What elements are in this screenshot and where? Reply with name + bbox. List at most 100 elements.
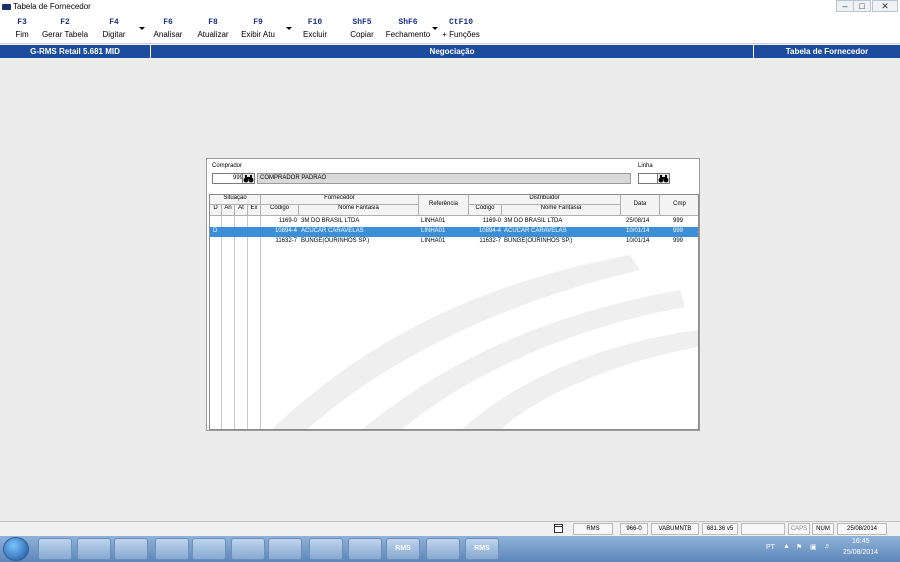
cell-forn-codigo: 1169-0	[278, 218, 297, 224]
window-title-bar: Tabela de Fornecedor – □ ✕	[0, 0, 900, 14]
linha-search-button[interactable]	[657, 173, 670, 184]
comprador-code-field[interactable]: 999	[212, 173, 246, 184]
cell-dist-nome: 3M DO BRASIL LTDA	[504, 218, 563, 224]
cell-forn-codigo: 10894-4	[274, 228, 297, 234]
toolbar-label: Exibir Atu	[241, 30, 275, 39]
word-icon[interactable]	[268, 538, 302, 560]
status-rms: RMS	[573, 523, 613, 535]
comprador-label: Comprador	[212, 163, 243, 169]
supplier-table-panel: Comprador 999 COMPRADOR PADRAO Linha Sit…	[206, 158, 700, 431]
toolbar-label: Digitar	[102, 30, 126, 39]
status-bar: RMS 966-0 VABUMNTB 681.36 v5 CAPS NUM 25…	[0, 521, 900, 536]
cell-forn-nome: BUNGE(OURINHOS SP.)	[301, 238, 370, 244]
cell-dist-nome: BUNGE(OURINHOS SP.)	[504, 238, 573, 244]
cell-referencia: LINHA01	[421, 218, 446, 224]
plus-app-icon[interactable]	[309, 538, 343, 560]
toolbar-key: ShF6	[398, 18, 418, 27]
toolbar-button-f9[interactable]: F9 Exibir Atu	[228, 18, 288, 39]
binoculars-icon	[243, 175, 254, 183]
toolbar-label: Fechamento	[385, 30, 431, 39]
language-indicator[interactable]: PT	[766, 544, 775, 551]
status-caps: CAPS	[788, 523, 810, 535]
minimize-button[interactable]: –	[836, 0, 854, 12]
volume-icon[interactable]: ♬	[824, 543, 831, 550]
toolbar-key: F9	[253, 18, 263, 27]
clock-date[interactable]: 25/08/2014	[843, 549, 878, 556]
cell-cmp: 999	[673, 228, 684, 234]
cell-forn-codigo: 11632-7	[275, 238, 297, 244]
explorer-folder-icon[interactable]	[77, 538, 111, 560]
status-version: 681.36 v5	[702, 523, 738, 535]
pdf-icon[interactable]	[426, 538, 460, 560]
taskbar: RMS RMS PT ▲ ⚑ ▣ ♬ 16:45 25/08/2014	[0, 536, 900, 562]
link-icon[interactable]	[231, 538, 265, 560]
cell-d: D	[213, 228, 218, 234]
outlook-icon[interactable]	[155, 538, 189, 560]
header-dist-nome: Nome Fantasia	[502, 205, 621, 216]
status-num: NUM	[812, 523, 834, 535]
screen-title: Tabela de Fornecedor	[785, 47, 869, 56]
toolbar-key: CtF10	[448, 18, 473, 27]
toolbar-label: + Funções	[442, 30, 480, 39]
rms-icon[interactable]: RMS	[386, 538, 420, 560]
header-situacao: Situação	[210, 195, 261, 205]
internet-explorer-icon[interactable]	[38, 538, 72, 560]
cell-referencia: LINHA01	[421, 228, 446, 234]
header-fornecedor: Fornecedor	[261, 195, 419, 205]
cell-dist-codigo: 1169-0	[482, 218, 501, 224]
cell-data: 25/08/14	[626, 218, 650, 224]
header-ex: Ex	[248, 205, 261, 216]
cell-cmp: 999	[673, 238, 684, 244]
start-button[interactable]	[3, 537, 29, 561]
app-icon	[2, 4, 11, 10]
header-referencia: Referência	[419, 195, 469, 216]
header-an: An	[222, 205, 235, 216]
toolbar-button-ctf10[interactable]: CtF10 + Funções	[431, 18, 491, 39]
header-at: At	[235, 205, 248, 216]
window-title: Tabela de Fornecedor	[13, 2, 91, 11]
maximize-button[interactable]: □	[853, 0, 871, 12]
comprador-search-button[interactable]	[242, 173, 255, 184]
document-icon	[551, 523, 566, 535]
cell-referencia: LINHA01	[421, 238, 446, 244]
table-row[interactable]: 11632-7 BUNGE(OURINHOS SP.) LINHA01 11632-7…	[210, 237, 698, 247]
header-d: D	[210, 205, 222, 216]
cell-data: 10/01/14	[626, 228, 650, 234]
remote-desktop-icon[interactable]	[348, 538, 382, 560]
close-button[interactable]: ✕	[872, 0, 898, 12]
cell-data: 10/01/14	[626, 238, 650, 244]
linha-label: Linha	[638, 163, 653, 169]
header-dist-codigo: Código	[469, 205, 502, 216]
media-player-icon[interactable]	[114, 538, 148, 560]
table-row[interactable]: D 10894-4 ACUCAR CARAVELAS LINHA01 10894-4 AC…	[210, 227, 698, 237]
module-title: Negociação	[429, 47, 475, 56]
flag-icon[interactable]: ⚑	[796, 543, 802, 551]
header-distribuidor: Distribuidor	[469, 195, 621, 205]
binoculars-icon	[658, 175, 669, 183]
cell-forn-nome: 3M DO BRASIL LTDA	[301, 218, 360, 224]
toolbar-button-f4[interactable]: F4 Digitar	[84, 18, 144, 39]
system-version: G-RMS Retail 5.681 MID	[30, 47, 120, 56]
cell-dist-codigo: 11632-7	[479, 238, 501, 244]
toolbar-button-shf6[interactable]: ShF6 Fechamento	[378, 18, 438, 39]
supplier-grid: Situação Fornecedor Referência Distribui…	[209, 194, 699, 430]
header-data: Data	[621, 195, 660, 216]
comprador-name-field: COMPRADOR PADRAO	[257, 173, 631, 184]
status-user: VABUMNTB	[651, 523, 699, 535]
lync-icon[interactable]	[192, 538, 226, 560]
clock-time[interactable]: 16:45	[852, 538, 870, 545]
cell-cmp: 999	[673, 218, 684, 224]
network-icon[interactable]: ▣	[810, 543, 817, 551]
status-code: 966-0	[620, 523, 648, 535]
toolbar-key: F4	[109, 18, 119, 27]
header-forn-nome: Nome Fantasia	[299, 205, 419, 216]
cell-dist-nome: ACUCAR CARAVELAS	[504, 228, 567, 234]
cell-dist-codigo: 10894-4	[478, 228, 501, 234]
cell-forn-nome: ACUCAR CARAVELAS	[301, 228, 364, 234]
table-row[interactable]: 1169-0 3M DO BRASIL LTDA LINHA01 1169-0 3M D…	[210, 217, 698, 227]
header-cmp: Cmp	[660, 195, 698, 216]
rms-icon[interactable]: RMS	[465, 538, 499, 560]
linha-field[interactable]	[638, 173, 658, 184]
header-forn-codigo: Código	[261, 205, 299, 216]
tray-arrow-icon[interactable]: ▲	[783, 543, 790, 550]
